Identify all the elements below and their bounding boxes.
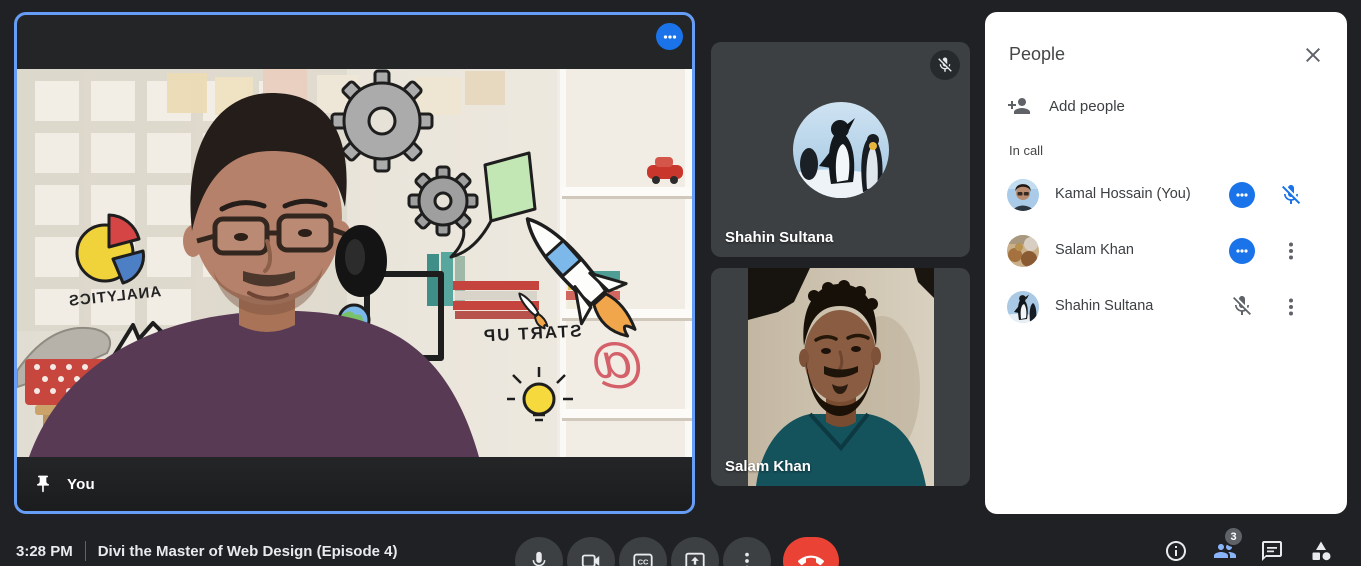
people-panel-title: People bbox=[1009, 44, 1065, 65]
meeting-info: 3:28 PM Divi the Master of Web Design (E… bbox=[16, 541, 397, 561]
activities-icon bbox=[1309, 539, 1333, 563]
more-horizontal-icon bbox=[661, 28, 679, 46]
call-controls: CC bbox=[515, 537, 839, 566]
avatar bbox=[1007, 235, 1039, 267]
participant-tile-label: Shahin Sultana bbox=[725, 229, 833, 246]
kebab-menu-icon bbox=[1279, 239, 1303, 263]
activities-button[interactable] bbox=[1309, 539, 1333, 563]
camera-button[interactable] bbox=[567, 537, 615, 566]
avatar bbox=[1007, 179, 1039, 211]
avatar bbox=[1007, 291, 1039, 323]
close-panel-button[interactable] bbox=[1301, 43, 1325, 67]
more-options-button[interactable] bbox=[723, 537, 771, 566]
participant-name: Salam Khan bbox=[1055, 242, 1134, 258]
clock-time: 3:28 PM bbox=[16, 543, 73, 560]
mic-off-icon bbox=[1230, 294, 1254, 318]
close-icon bbox=[1301, 43, 1325, 67]
tile-more-button[interactable] bbox=[656, 23, 683, 50]
participant-menu-button[interactable] bbox=[1279, 295, 1303, 319]
chat-button[interactable] bbox=[1260, 539, 1284, 563]
mic-muted-indicator bbox=[1230, 294, 1256, 320]
doodle-text-at: @ bbox=[590, 333, 645, 393]
self-video: ANALYTICS START UP @ bbox=[17, 69, 692, 457]
people-panel: People Add people In call bbox=[985, 12, 1347, 514]
participant-more-button[interactable] bbox=[1229, 238, 1255, 264]
end-call-icon bbox=[798, 548, 824, 566]
present-screen-icon bbox=[684, 550, 706, 566]
chat-icon bbox=[1260, 539, 1284, 563]
info-icon bbox=[1164, 539, 1188, 563]
captions-icon: CC bbox=[632, 550, 654, 566]
divider bbox=[85, 541, 86, 561]
add-people-label: Add people bbox=[1049, 98, 1125, 115]
in-call-section-label: In call bbox=[1009, 143, 1043, 158]
self-video-tile[interactable]: ANALYTICS START UP @ bbox=[14, 12, 695, 514]
participant-video bbox=[748, 268, 934, 486]
gear-doodle-large bbox=[332, 71, 432, 171]
mic-button[interactable] bbox=[515, 537, 563, 566]
present-screen-button[interactable] bbox=[671, 537, 719, 566]
self-name-overlay: You bbox=[17, 457, 692, 511]
participant-menu-button[interactable] bbox=[1279, 239, 1303, 263]
captions-button[interactable]: CC bbox=[619, 537, 667, 566]
pushpin-icon bbox=[33, 474, 53, 494]
participant-count-badge: 3 bbox=[1223, 526, 1244, 547]
person-add-icon bbox=[1007, 94, 1031, 118]
participant-row: Salam Khan bbox=[985, 223, 1347, 279]
kebab-menu-icon bbox=[1279, 295, 1303, 319]
self-tile-label: You bbox=[67, 476, 95, 493]
participant-name: Shahin Sultana bbox=[1055, 298, 1153, 314]
participant-tile-shahin[interactable]: Shahin Sultana bbox=[711, 42, 970, 257]
meet-window: ANALYTICS START UP @ bbox=[0, 0, 1361, 566]
end-call-button[interactable] bbox=[783, 537, 839, 566]
mic-off-icon bbox=[1279, 183, 1303, 207]
participant-tile-label: Salam Khan bbox=[725, 458, 811, 475]
videocam-icon bbox=[580, 550, 602, 566]
mic-muted-indicator bbox=[1279, 183, 1303, 207]
mic-off-icon bbox=[936, 56, 954, 74]
flag-doodle bbox=[485, 153, 535, 221]
participant-row: Kamal Hossain (You) bbox=[985, 167, 1347, 223]
kebab-menu-icon bbox=[736, 550, 758, 566]
more-horizontal-icon bbox=[1234, 187, 1250, 203]
participant-name: Kamal Hossain (You) bbox=[1055, 186, 1191, 202]
participant-row: Shahin Sultana bbox=[985, 279, 1347, 335]
add-people-button[interactable]: Add people bbox=[1007, 94, 1125, 118]
mic-icon bbox=[528, 550, 550, 566]
participant-tile-salam[interactable]: Salam Khan bbox=[711, 268, 970, 486]
tile-mic-muted-badge bbox=[930, 50, 960, 80]
gear-doodle-small bbox=[409, 167, 477, 235]
svg-text:CC: CC bbox=[638, 557, 649, 566]
avatar bbox=[793, 102, 889, 198]
participant-more-button[interactable] bbox=[1229, 182, 1255, 208]
more-horizontal-icon bbox=[1234, 243, 1250, 259]
meeting-details-button[interactable] bbox=[1164, 539, 1188, 563]
meeting-title: Divi the Master of Web Design (Episode 4… bbox=[98, 543, 398, 560]
